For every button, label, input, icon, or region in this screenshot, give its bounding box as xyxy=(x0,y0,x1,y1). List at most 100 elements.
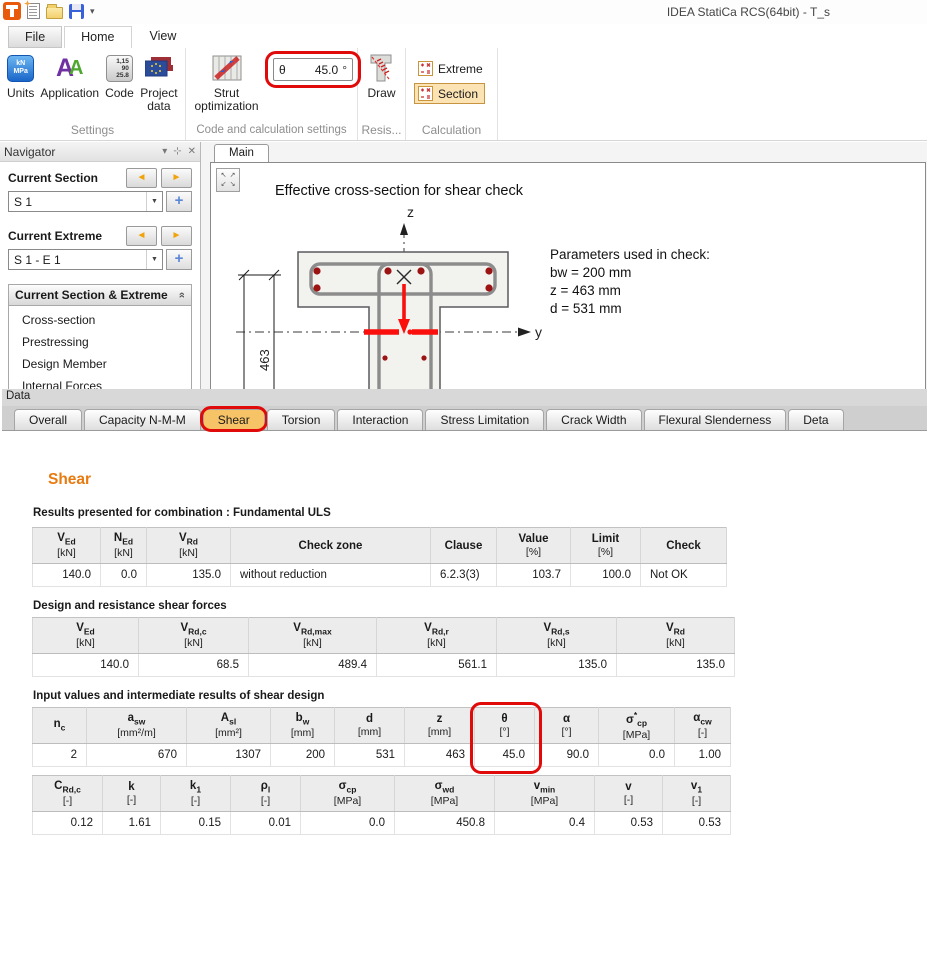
tab-file[interactable]: File xyxy=(8,26,62,48)
extreme-icon xyxy=(418,61,433,76)
table-row: 140.068.5489.4561.1135.0135.0 xyxy=(33,654,735,677)
column-header: σ*cp[MPa] xyxy=(599,708,675,744)
data-tab-interaction[interactable]: Interaction xyxy=(337,409,423,430)
table-cell: 140.0 xyxy=(33,654,139,677)
column-unit: [MPa] xyxy=(304,795,391,807)
data-tab-stress-limitation[interactable]: Stress Limitation xyxy=(425,409,544,430)
column-unit: [mm] xyxy=(274,727,331,739)
table-cell: 0.12 xyxy=(33,812,103,835)
column-unit: [kN] xyxy=(500,637,613,649)
application-button[interactable]: AA Application xyxy=(37,51,102,100)
column-header: σwd[MPa] xyxy=(395,776,495,812)
column-unit: [-] xyxy=(234,795,297,807)
tab-view[interactable]: View xyxy=(134,26,193,48)
code-icon: 1,15 90 25.8 xyxy=(106,52,133,84)
column-header: d[mm] xyxy=(335,708,405,744)
data-tab-flexural-slenderness[interactable]: Flexural Slenderness xyxy=(644,409,787,430)
column-header: σcp[MPa] xyxy=(301,776,395,812)
combination-line: Results presented for combination : Fund… xyxy=(33,507,927,519)
navigator-titlebar: Navigator ▾ ⊹ ✕ xyxy=(0,142,200,162)
column-header: Limit[%] xyxy=(571,528,641,564)
table-cell: 0.4 xyxy=(495,812,595,835)
group-label-settings: Settings xyxy=(0,123,185,140)
prev-section-button[interactable]: ◄ xyxy=(126,168,157,188)
draw-icon xyxy=(368,52,394,84)
column-unit: [-] xyxy=(598,794,659,806)
navigator-item-prestressing[interactable]: Prestressing xyxy=(9,331,191,353)
column-header: k[-] xyxy=(103,776,161,812)
zoom-fit-button[interactable]: ↖↗ ↙↘ xyxy=(216,168,240,192)
ribbon-group-resistance: Draw Resis... xyxy=(358,48,406,140)
data-tab-deta[interactable]: Deta xyxy=(788,409,843,430)
column-unit: [-] xyxy=(666,795,727,807)
table-cell: 0.53 xyxy=(663,812,731,835)
column-header: v1[-] xyxy=(663,776,731,812)
draw-button[interactable]: Draw xyxy=(364,51,398,100)
column-unit: [%] xyxy=(500,546,567,558)
navigator-menu-icon[interactable]: ▾ xyxy=(162,146,167,157)
next-section-button[interactable]: ► xyxy=(161,168,192,188)
column-header: VRd[kN] xyxy=(617,618,735,654)
column-unit: [°] xyxy=(538,726,595,738)
data-tab-torsion[interactable]: Torsion xyxy=(267,409,336,430)
navigator-item-cross-section[interactable]: Cross-section xyxy=(9,309,191,331)
ribbon-group-code-calc: Strut optimization θ 45.0 ° Code and cal… xyxy=(186,48,358,140)
table-cell: 100.0 xyxy=(571,564,641,587)
table-cell: 0.15 xyxy=(161,812,231,835)
next-extreme-button[interactable]: ► xyxy=(161,226,192,246)
current-extreme-label: Current Extreme xyxy=(8,229,122,243)
data-tab-overall[interactable]: Overall xyxy=(14,409,82,430)
column-header: z[mm] xyxy=(405,708,475,744)
current-extreme-select[interactable]: S 1 - E 1 ▼ xyxy=(8,249,163,270)
column-header: k1[-] xyxy=(161,776,231,812)
column-unit: [mm] xyxy=(338,726,401,738)
forces-table-caption: Design and resistance shear forces xyxy=(33,600,927,612)
table-cell: 6.2.3(3) xyxy=(431,564,497,587)
units-icon: kNMPa xyxy=(7,52,34,84)
column-unit: [MPa] xyxy=(398,795,491,807)
column-header: VEd[kN] xyxy=(33,528,101,564)
drawing-title: Effective cross-section for shear check xyxy=(275,183,523,199)
column-header: v[-] xyxy=(595,776,663,812)
table-cell: 463 xyxy=(405,744,475,767)
window-title: IDEA StatiCa RCS(64bit) - T_s xyxy=(0,5,830,19)
navigator-pin-icon[interactable]: ⊹ xyxy=(173,146,181,157)
extreme-button[interactable]: Extreme xyxy=(414,58,490,79)
column-unit: [mm²/m] xyxy=(90,727,183,739)
column-header: vmin[MPa] xyxy=(495,776,595,812)
current-section-select[interactable]: S 1 ▼ xyxy=(8,191,163,212)
data-tab-capacity-n-m-m[interactable]: Capacity N-M-M xyxy=(84,409,201,430)
add-extreme-button[interactable]: + xyxy=(166,249,192,270)
strut-optimization-button[interactable]: Strut optimization xyxy=(190,51,263,113)
section-button[interactable]: Section xyxy=(414,83,485,104)
table-cell: 0.0 xyxy=(101,564,147,587)
table-cell: 450.8 xyxy=(395,812,495,835)
tab-main[interactable]: Main xyxy=(214,144,269,162)
dropdown-arrow-icon: ▼ xyxy=(146,192,162,211)
column-header: VEd[kN] xyxy=(33,618,139,654)
code-button[interactable]: 1,15 90 25.8 Code xyxy=(102,51,137,100)
table-cell: 0.01 xyxy=(231,812,301,835)
table-cell: 45.0 xyxy=(475,744,535,767)
shear-inputs-table-2-container: CRd,c[-]k[-]k1[-]ρl[-]σcp[MPa]σwd[MPa]vm… xyxy=(32,775,927,835)
navigator-close-icon[interactable]: ✕ xyxy=(188,146,196,157)
table-cell: 561.1 xyxy=(377,654,497,677)
section-header-current[interactable]: Current Section & Extreme » xyxy=(8,284,192,306)
add-section-button[interactable]: + xyxy=(166,191,192,212)
tab-home[interactable]: Home xyxy=(64,26,131,48)
column-header: ρl[-] xyxy=(231,776,301,812)
table-row: 140.00.0135.0without reduction6.2.3(3)10… xyxy=(33,564,727,587)
column-unit: [-] xyxy=(678,727,727,739)
units-button[interactable]: kNMPa Units xyxy=(4,51,37,100)
prev-extreme-button[interactable]: ◄ xyxy=(126,226,157,246)
table-cell: 0.0 xyxy=(599,744,675,767)
ribbon-group-settings: kNMPa Units AA Application 1,15 90 25.8 … xyxy=(0,48,186,140)
data-tab-shear[interactable]: Shear xyxy=(203,409,265,430)
column-header: CRd,c[-] xyxy=(33,776,103,812)
project-data-icon xyxy=(145,52,173,84)
theta-angle-field[interactable]: θ 45.0 ° xyxy=(273,58,353,81)
navigator-item-design-member[interactable]: Design Member xyxy=(9,353,191,375)
project-data-button[interactable]: Project data xyxy=(137,51,181,113)
data-tab-crack-width[interactable]: Crack Width xyxy=(546,409,641,430)
shear-forces-table: VEd[kN]VRd,c[kN]VRd,max[kN]VRd,r[kN]VRd,… xyxy=(32,617,735,677)
